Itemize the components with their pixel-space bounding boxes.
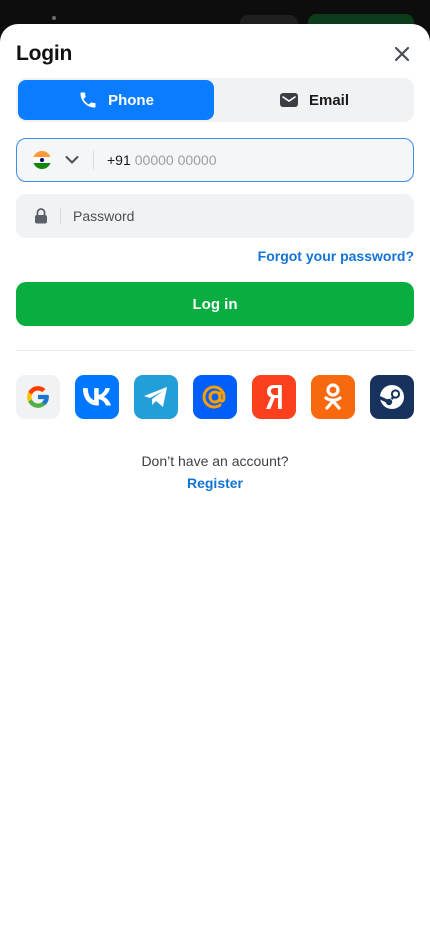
telegram-icon	[144, 387, 167, 407]
signup-prompt: Don’t have an account?	[141, 453, 289, 469]
modal-title: Login	[16, 42, 73, 65]
vk-login-button[interactable]	[75, 375, 119, 419]
india-flag-icon	[33, 151, 51, 169]
country-selector[interactable]	[65, 155, 79, 165]
tab-phone[interactable]: Phone	[18, 80, 214, 120]
password-field	[16, 194, 414, 238]
yandex-icon	[266, 385, 282, 409]
odnoklassniki-login-button[interactable]	[311, 375, 355, 419]
chevron-down-icon	[65, 156, 79, 164]
email-icon	[279, 93, 298, 107]
yandex-login-button[interactable]	[252, 375, 296, 419]
tab-email[interactable]: Email	[216, 80, 412, 120]
steam-icon	[378, 385, 404, 409]
google-login-button[interactable]	[16, 375, 60, 419]
close-button[interactable]	[388, 40, 416, 68]
password-input[interactable]	[73, 208, 373, 224]
close-icon	[394, 46, 410, 62]
phone-input[interactable]	[134, 152, 385, 168]
phone-icon	[80, 92, 96, 108]
lock-icon	[34, 208, 48, 224]
telegram-login-button[interactable]	[134, 375, 178, 419]
steam-login-button[interactable]	[370, 375, 414, 419]
forgot-password-link[interactable]: Forgot your password?	[258, 248, 414, 264]
login-method-tabs: Phone Email	[16, 78, 414, 122]
odnoklassniki-icon	[324, 383, 342, 410]
mail-ru-icon	[202, 385, 226, 409]
field-divider	[93, 151, 94, 169]
login-modal: Login Phone Email +91 00000 00000 Forgot…	[0, 24, 430, 932]
vk-icon	[83, 388, 111, 406]
background-dot	[52, 16, 56, 20]
dial-code: +91	[107, 152, 131, 168]
tab-email-label: Email	[308, 91, 350, 109]
tab-phone-label: Phone	[108, 91, 154, 109]
social-login-row	[16, 375, 414, 419]
divider	[16, 350, 414, 351]
register-link[interactable]: Register	[0, 475, 430, 491]
field-divider	[60, 208, 61, 224]
mail-login-button[interactable]	[193, 375, 237, 419]
google-icon	[27, 386, 49, 408]
login-button[interactable]: Log in	[16, 282, 414, 326]
phone-field: +91	[16, 138, 414, 182]
